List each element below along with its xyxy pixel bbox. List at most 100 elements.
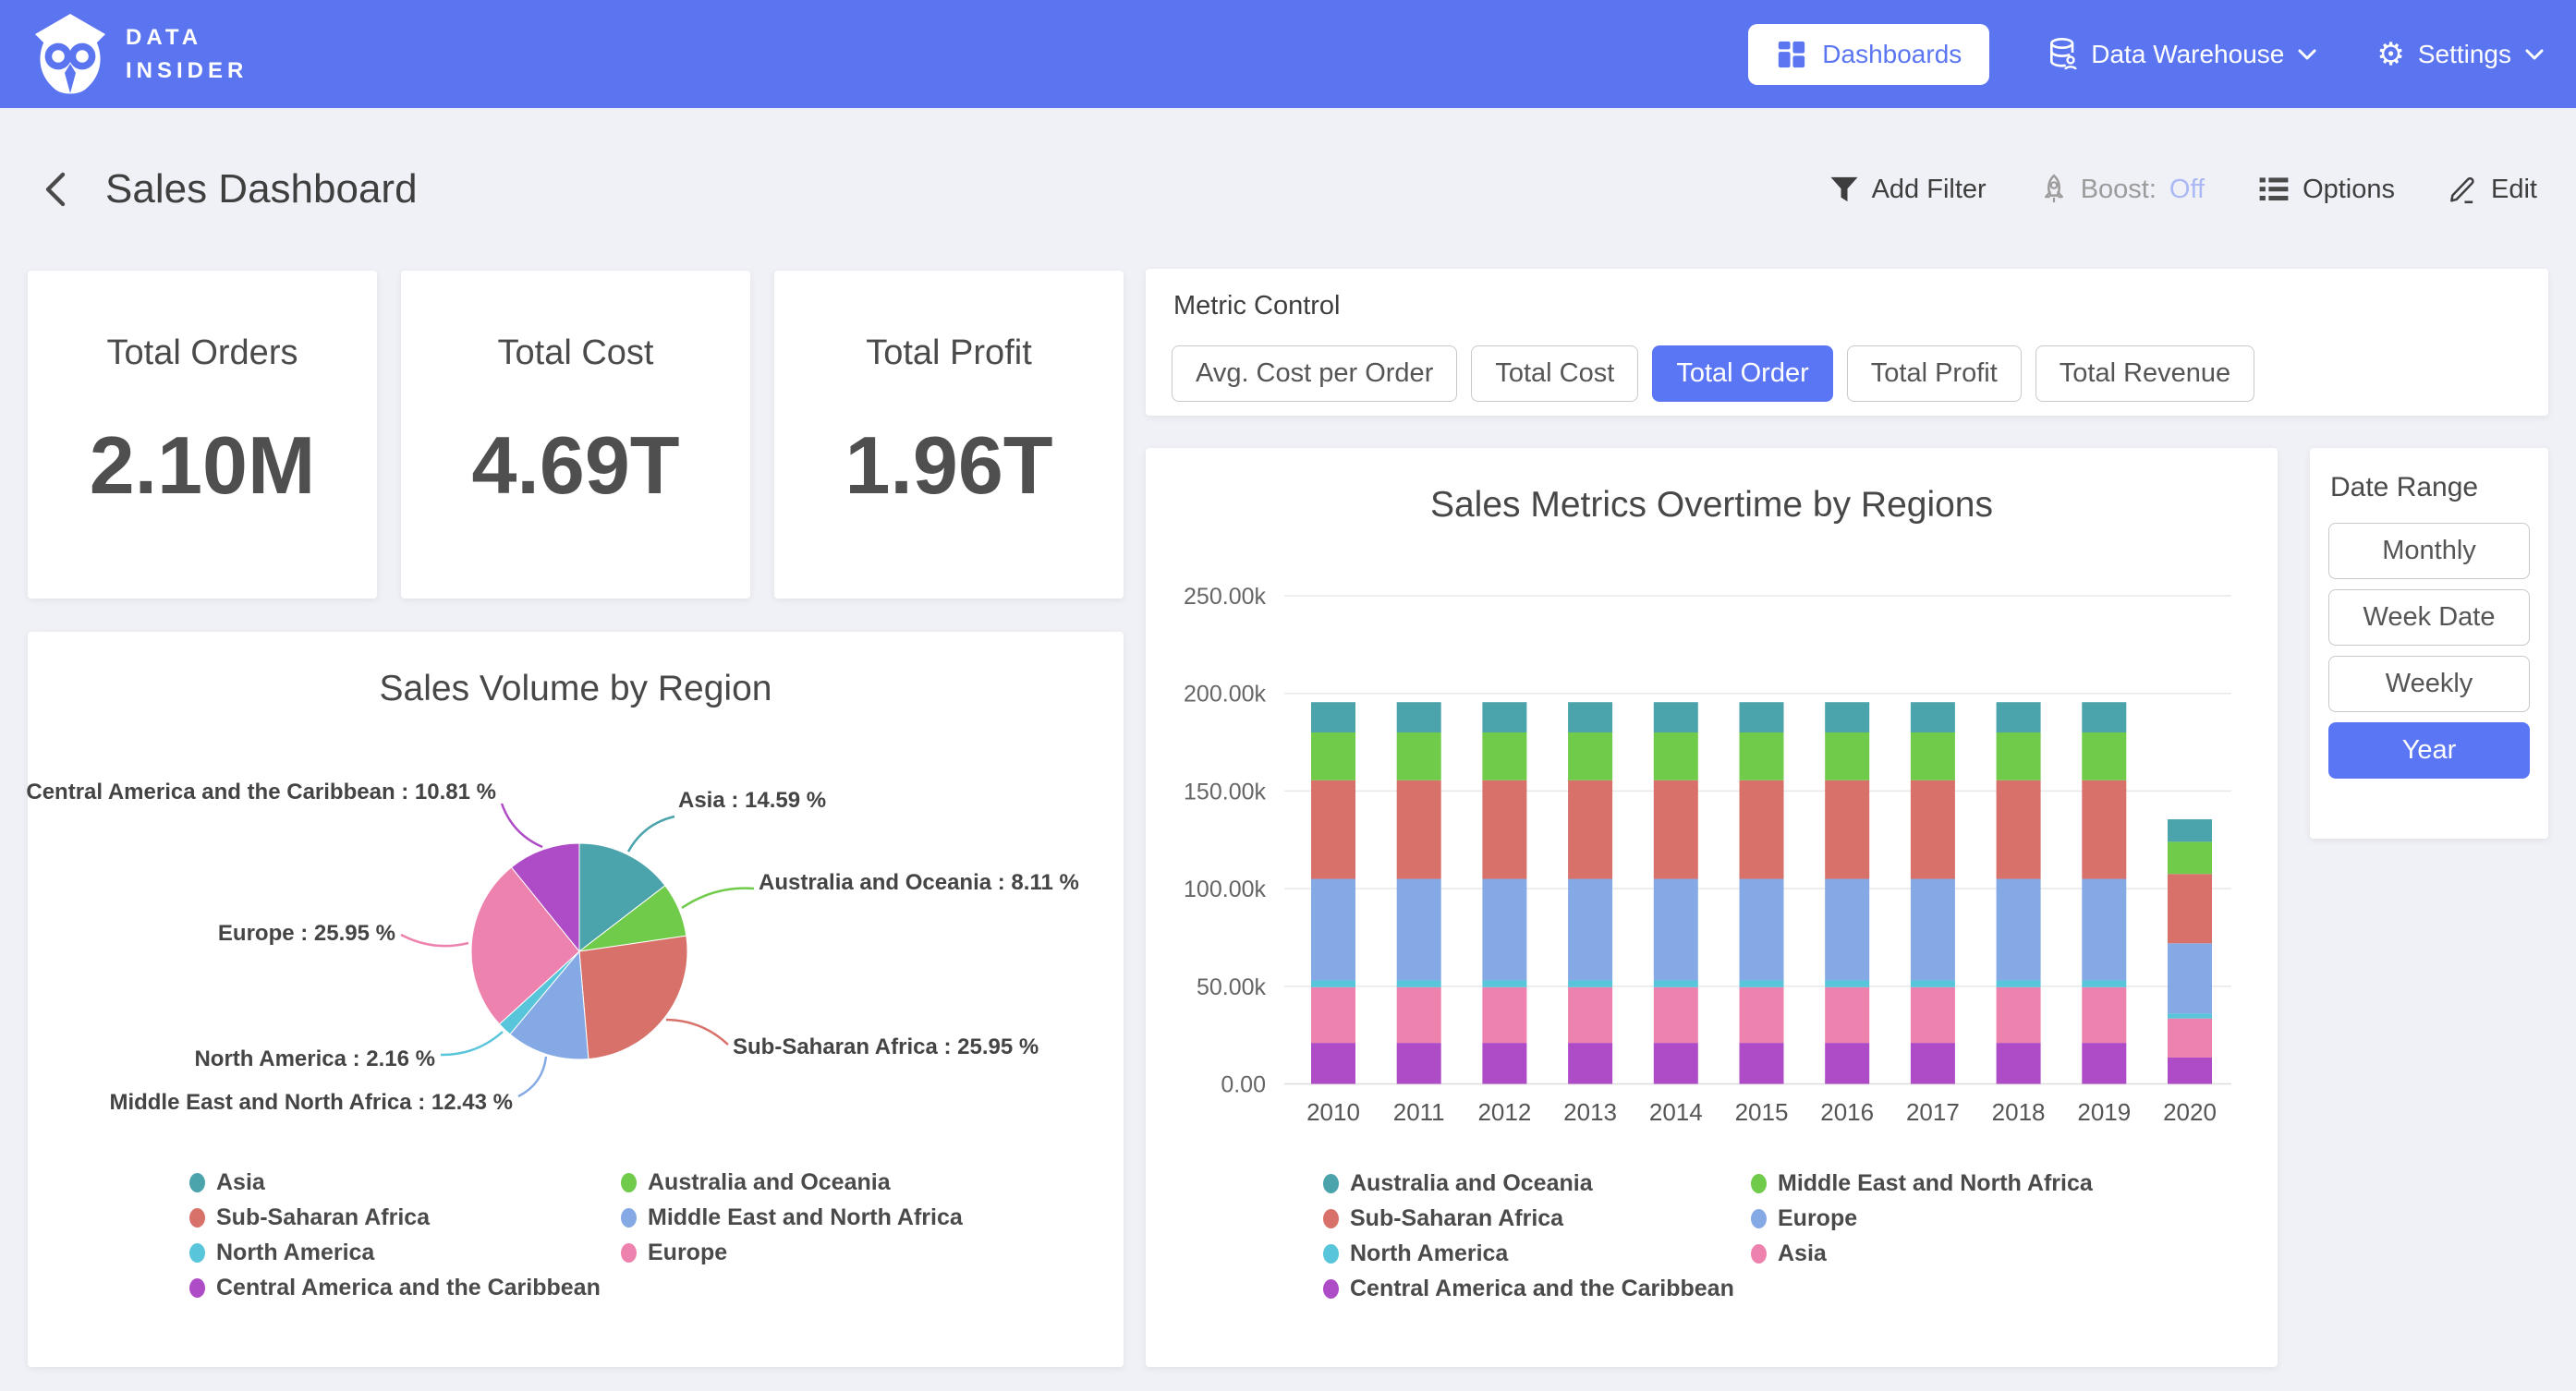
bar-segment-2015-sub-saharan-africa[interactable]	[1740, 780, 1784, 879]
bar-segment-2013-sub-saharan-africa[interactable]	[1568, 780, 1612, 879]
bar-segment-2010-middle-east-and-north-africa[interactable]	[1311, 732, 1355, 780]
bar-segment-2010-central-america-and-the-caribbean[interactable]	[1311, 1043, 1355, 1083]
bar-segment-2014-australia-and-oceania[interactable]	[1654, 702, 1698, 732]
metric-option-total-order[interactable]: Total Order	[1652, 345, 1832, 402]
bar-segment-2011-middle-east-and-north-africa[interactable]	[1397, 732, 1441, 780]
bar-segment-2019-sub-saharan-africa[interactable]	[2082, 780, 2126, 879]
bar-segment-2020-australia-and-oceania[interactable]	[2168, 819, 2212, 841]
bar-segment-2020-north-america[interactable]	[2168, 1013, 2212, 1018]
bar-segment-2017-australia-and-oceania[interactable]	[1911, 702, 1955, 732]
bar-segment-2015-north-america[interactable]	[1740, 980, 1784, 986]
bar-segment-2012-sub-saharan-africa[interactable]	[1482, 780, 1526, 879]
bar-segment-2015-australia-and-oceania[interactable]	[1740, 702, 1784, 732]
bar-segment-2015-europe[interactable]	[1740, 879, 1784, 981]
bar-segment-2020-sub-saharan-africa[interactable]	[2168, 874, 2212, 943]
bar-segment-2015-asia[interactable]	[1740, 987, 1784, 1043]
bar-segment-2018-australia-and-oceania[interactable]	[1997, 702, 2041, 732]
boost-toggle[interactable]: Boost: Off	[2040, 174, 2205, 205]
bar-segment-2018-europe[interactable]	[1997, 879, 2041, 981]
bar-segment-2010-asia[interactable]	[1311, 987, 1355, 1043]
metric-option-total-revenue[interactable]: Total Revenue	[2035, 345, 2254, 402]
bar-segment-2011-australia-and-oceania[interactable]	[1397, 702, 1441, 732]
bar-segment-2020-asia[interactable]	[2168, 1019, 2212, 1058]
bar-segment-2014-middle-east-and-north-africa[interactable]	[1654, 732, 1698, 780]
legend-item-asia[interactable]: Asia	[1751, 1236, 2093, 1271]
legend-item-sub-saharan-africa[interactable]: Sub-Saharan Africa	[189, 1200, 601, 1235]
bar-segment-2020-central-america-and-the-caribbean[interactable]	[2168, 1058, 2212, 1084]
date-range-option-monthly[interactable]: Monthly	[2328, 523, 2530, 579]
bar-segment-2011-europe[interactable]	[1397, 879, 1441, 981]
bar-segment-2010-europe[interactable]	[1311, 879, 1355, 981]
bar-segment-2010-australia-and-oceania[interactable]	[1311, 702, 1355, 732]
bar-segment-2018-sub-saharan-africa[interactable]	[1997, 780, 2041, 879]
legend-item-australia-and-oceania[interactable]: Australia and Oceania	[621, 1165, 963, 1200]
bar-segment-2016-middle-east-and-north-africa[interactable]	[1825, 732, 1869, 780]
bar-segment-2019-central-america-and-the-caribbean[interactable]	[2082, 1043, 2126, 1083]
legend-item-middle-east-and-north-africa[interactable]: Middle East and North Africa	[1751, 1166, 2093, 1201]
legend-item-asia[interactable]: Asia	[189, 1165, 601, 1200]
bar-segment-2015-central-america-and-the-caribbean[interactable]	[1740, 1043, 1784, 1083]
bar-segment-2013-europe[interactable]	[1568, 879, 1612, 981]
bar-segment-2010-north-america[interactable]	[1311, 980, 1355, 986]
bar-segment-2020-europe[interactable]	[2168, 943, 2212, 1013]
bar-segment-2018-middle-east-and-north-africa[interactable]	[1997, 732, 2041, 780]
legend-item-europe[interactable]: Europe	[1751, 1201, 2093, 1236]
bar-segment-2012-asia[interactable]	[1482, 987, 1526, 1043]
bar-segment-2013-australia-and-oceania[interactable]	[1568, 702, 1612, 732]
metric-option-total-cost[interactable]: Total Cost	[1471, 345, 1638, 402]
bar-segment-2017-europe[interactable]	[1911, 879, 1955, 981]
bar-segment-2012-north-america[interactable]	[1482, 980, 1526, 986]
bar-segment-2018-central-america-and-the-caribbean[interactable]	[1997, 1043, 2041, 1083]
legend-item-north-america[interactable]: North America	[1323, 1236, 1734, 1271]
bar-segment-2019-north-america[interactable]	[2082, 980, 2126, 986]
bar-segment-2015-middle-east-and-north-africa[interactable]	[1740, 732, 1784, 780]
metric-option-total-profit[interactable]: Total Profit	[1847, 345, 2022, 402]
bar-segment-2018-asia[interactable]	[1997, 987, 2041, 1043]
add-filter-button[interactable]: Add Filter	[1829, 175, 1987, 205]
bar-segment-2017-sub-saharan-africa[interactable]	[1911, 780, 1955, 879]
bar-segment-2014-asia[interactable]	[1654, 987, 1698, 1043]
bar-segment-2016-australia-and-oceania[interactable]	[1825, 702, 1869, 732]
bar-segment-2017-north-america[interactable]	[1911, 980, 1955, 986]
settings-menu[interactable]: ⚙ Settings	[2376, 39, 2545, 70]
bar-segment-2010-sub-saharan-africa[interactable]	[1311, 780, 1355, 879]
bar-segment-2012-central-america-and-the-caribbean[interactable]	[1482, 1043, 1526, 1083]
bar-segment-2017-middle-east-and-north-africa[interactable]	[1911, 732, 1955, 780]
legend-item-north-america[interactable]: North America	[189, 1235, 601, 1270]
bar-segment-2014-europe[interactable]	[1654, 879, 1698, 981]
bar-segment-2019-asia[interactable]	[2082, 987, 2126, 1043]
bar-segment-2011-sub-saharan-africa[interactable]	[1397, 780, 1441, 879]
date-range-option-weekly[interactable]: Weekly	[2328, 656, 2530, 712]
legend-item-central-america-and-the-caribbean[interactable]: Central America and the Caribbean	[1323, 1271, 1734, 1306]
bar-segment-2016-sub-saharan-africa[interactable]	[1825, 780, 1869, 879]
legend-item-middle-east-and-north-africa[interactable]: Middle East and North Africa	[621, 1200, 963, 1235]
metric-option-avg-cost-per-order[interactable]: Avg. Cost per Order	[1172, 345, 1457, 402]
bar-segment-2011-asia[interactable]	[1397, 987, 1441, 1043]
legend-item-central-america-and-the-caribbean[interactable]: Central America and the Caribbean	[189, 1270, 601, 1305]
bar-segment-2013-central-america-and-the-caribbean[interactable]	[1568, 1043, 1612, 1083]
bar-segment-2013-asia[interactable]	[1568, 987, 1612, 1043]
bar-segment-2019-australia-and-oceania[interactable]	[2082, 702, 2126, 732]
bar-segment-2017-asia[interactable]	[1911, 987, 1955, 1043]
bar-segment-2020-middle-east-and-north-africa[interactable]	[2168, 841, 2212, 874]
bar-segment-2012-australia-and-oceania[interactable]	[1482, 702, 1526, 732]
data-warehouse-menu[interactable]: Data Warehouse	[2048, 38, 2317, 71]
bar-segment-2016-central-america-and-the-caribbean[interactable]	[1825, 1043, 1869, 1083]
back-chevron-icon[interactable]	[39, 169, 72, 210]
dashboards-nav-button[interactable]: Dashboards	[1748, 24, 1989, 85]
bar-segment-2014-sub-saharan-africa[interactable]	[1654, 780, 1698, 879]
bar-segment-2013-north-america[interactable]	[1568, 980, 1612, 986]
bar-segment-2017-central-america-and-the-caribbean[interactable]	[1911, 1043, 1955, 1083]
bar-segment-2012-europe[interactable]	[1482, 879, 1526, 981]
legend-item-europe[interactable]: Europe	[621, 1235, 963, 1270]
bar-segment-2014-central-america-and-the-caribbean[interactable]	[1654, 1043, 1698, 1083]
bar-segment-2019-europe[interactable]	[2082, 879, 2126, 981]
bar-segment-2012-middle-east-and-north-africa[interactable]	[1482, 732, 1526, 780]
bar-segment-2018-north-america[interactable]	[1997, 980, 2041, 986]
bar-segment-2014-north-america[interactable]	[1654, 980, 1698, 986]
bar-segment-2016-asia[interactable]	[1825, 987, 1869, 1043]
bar-segment-2011-north-america[interactable]	[1397, 980, 1441, 986]
options-button[interactable]: Options	[2258, 175, 2395, 205]
legend-item-australia-and-oceania[interactable]: Australia and Oceania	[1323, 1166, 1734, 1201]
bar-segment-2011-central-america-and-the-caribbean[interactable]	[1397, 1043, 1441, 1083]
